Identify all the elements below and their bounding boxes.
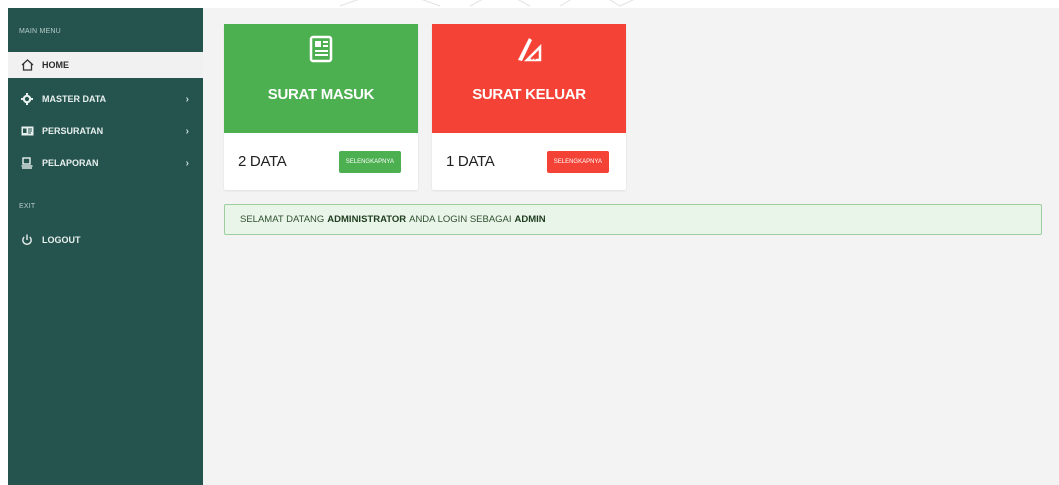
document-icon <box>306 34 336 64</box>
card-footer: 1 DATA SELENGKAPNYA <box>432 133 626 190</box>
card-header: SURAT MASUK <box>224 24 418 133</box>
exit-section-title: EXIT <box>19 203 36 210</box>
card-surat-masuk: SURAT MASUK 2 DATA SELENGKAPNYA <box>224 24 418 190</box>
card-count: 1 DATA <box>446 153 495 170</box>
report-icon <box>20 156 34 170</box>
sidebar-item-label: MASTER DATA <box>42 94 107 104</box>
alert-user: ADMINISTRATOR <box>327 214 407 225</box>
selengkapnya-button[interactable]: SELENGKAPNYA <box>546 150 609 173</box>
card-surat-keluar: SURAT KELUAR 1 DATA SELENGKAPNYA <box>432 24 626 190</box>
card-title: SURAT MASUK <box>267 86 375 103</box>
alert-middle: ANDA LOGIN SEBAGAI <box>409 214 512 225</box>
id-card-icon <box>20 124 34 138</box>
welcome-alert: SELAMAT DATANG ADMINISTRATOR ANDA LOGIN … <box>224 204 1042 235</box>
alert-prefix: SELAMAT DATANG <box>240 214 325 225</box>
sidebar-item-label: LOGOUT <box>42 235 81 245</box>
sidebar-item-label: HOME <box>42 60 69 70</box>
sidebar-item-label: PERSURATAN <box>42 126 104 136</box>
gear-icon <box>20 92 34 106</box>
card-count: 2 DATA <box>238 153 287 170</box>
sidebar-item-label: PELAPORAN <box>42 158 99 168</box>
sidebar-item-logout[interactable]: LOGOUT <box>8 227 203 253</box>
power-icon <box>20 233 34 247</box>
chevron-right-icon: › <box>185 93 189 105</box>
alert-role: ADMIN <box>514 214 546 225</box>
sidebar-item-persuratan[interactable]: PERSURATAN › <box>8 118 203 144</box>
sidebar-item-pelaporan[interactable]: PELAPORAN › <box>8 150 203 176</box>
card-header: SURAT KELUAR <box>432 24 626 133</box>
card-footer: 2 DATA SELENGKAPNYA <box>224 133 418 190</box>
pen-ruler-icon <box>514 34 544 64</box>
sidebar-item-home[interactable]: HOME <box>8 52 203 78</box>
main-menu-title: MAIN MENU <box>19 28 61 35</box>
selengkapnya-button[interactable]: SELENGKAPNYA <box>338 150 401 173</box>
home-icon <box>20 58 34 72</box>
chevron-right-icon: › <box>185 157 189 169</box>
chevron-right-icon: › <box>185 125 189 137</box>
main-content: SURAT MASUK 2 DATA SELENGKAPNYA SURAT KE… <box>203 8 1059 485</box>
sidebar: MAIN MENU HOME MASTER DATA › PERSURATAN … <box>8 8 203 485</box>
sidebar-item-master-data[interactable]: MASTER DATA › <box>8 86 203 112</box>
card-title: SURAT KELUAR <box>472 86 586 103</box>
watermark-logo <box>339 0 635 7</box>
